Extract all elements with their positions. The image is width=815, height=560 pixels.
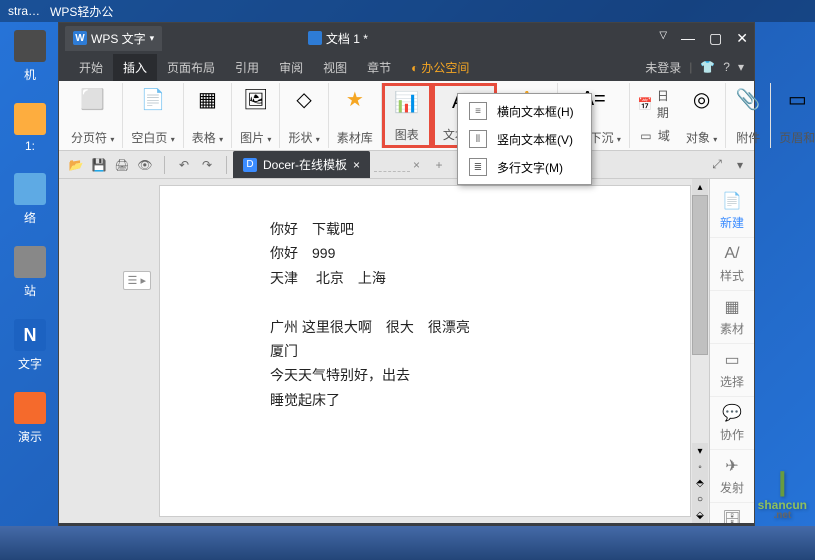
desktop-icon[interactable]: 1: — [10, 103, 50, 153]
desktop-icon[interactable]: 站 — [10, 246, 50, 299]
ribbon-small-日期[interactable]: 📅日期 — [634, 85, 674, 123]
ribbon-附件[interactable]: 📎附件 — [726, 83, 771, 148]
more-icon[interactable]: ▾ — [730, 155, 750, 175]
scroll-down-icon[interactable]: ▾ — [692, 443, 708, 459]
menu-dropdown-icon[interactable]: ▾ — [738, 60, 744, 74]
titlebar-down-button[interactable]: ▽ — [659, 30, 667, 47]
text-line — [270, 291, 580, 313]
os-taskbar-bottom[interactable] — [0, 526, 815, 560]
dropdown-item[interactable]: ⦀竖向文本框(V) — [461, 125, 588, 153]
redo-icon[interactable]: ↷ — [197, 155, 217, 175]
ribbon-small-域[interactable]: ▭域 — [634, 125, 674, 146]
close-button[interactable]: ✕ — [736, 30, 748, 47]
side-panel: 📄新建A/样式▦素材▭选择💬协作✈发射🗄备份 — [709, 179, 754, 523]
print-preview-icon[interactable]: 👁 — [135, 155, 155, 175]
ribbon-素材库[interactable]: ★素材库 — [329, 83, 382, 148]
open-icon[interactable]: 📂 — [66, 155, 86, 175]
scroll-up-icon[interactable]: ▴ — [692, 179, 708, 195]
menu-bar: 开始插入页面布局引用审阅视图章节◐办公空间未登录|👕?▾ — [59, 53, 754, 81]
menu-tab-4[interactable]: 审阅 — [269, 54, 313, 81]
os-taskbar-top: stra… WPS轻办公 — [0, 0, 815, 22]
textbox-dropdown-menu: ≡横向文本框(H)⦀竖向文本框(V)≣多行文字(M) — [457, 93, 592, 185]
ribbon-形状[interactable]: ◇形状 ▾ — [280, 83, 328, 148]
document-tab-docer[interactable]: D Docer-在线模板 × — [233, 151, 370, 178]
text-line: 广州 这里很大啊 很大 很漂亮 — [270, 316, 580, 338]
ribbon-页眉和[interactable]: ▭页眉和 — [771, 83, 815, 148]
content-area: ☰ ▸ 你好 下载吧你好 999 天津 北京 上海 广州 这里很大啊 很大 很漂亮… — [59, 179, 754, 523]
wps-logo-icon: W — [73, 31, 87, 45]
desktop-icon[interactable]: 络 — [10, 173, 50, 226]
quick-access-bar: 📂 💾 🖨 👁 ↶ ↷ D Docer-在线模板 × × + ⤢ ▾ — [59, 151, 754, 179]
ribbon-图片[interactable]: 🖼图片 ▾ — [232, 83, 280, 148]
save-icon[interactable]: 💾 — [89, 155, 109, 175]
taskbar-item[interactable]: stra… — [8, 4, 40, 18]
ribbon-分页符[interactable]: ⬜分页符 ▾ — [63, 83, 123, 148]
minimize-button[interactable]: — — [681, 30, 695, 47]
outline-badge[interactable]: ☰ ▸ — [123, 271, 151, 290]
ribbon-空白页[interactable]: 📄空白页 ▾ — [123, 83, 183, 148]
browse-icon[interactable]: ○ — [692, 491, 708, 507]
watermark: ا shancun .net — [758, 471, 807, 520]
skin-icon[interactable]: 👕 — [700, 60, 715, 74]
add-tab-button[interactable]: + — [429, 155, 449, 175]
expand-icon[interactable]: ⤢ — [707, 155, 727, 175]
title-bar: W WPS 文字 ▾ 文档 1 * ▽ — ▢ ✕ — [59, 23, 754, 53]
text-line: 睡觉起床了 — [270, 389, 580, 411]
docer-icon: D — [243, 158, 257, 172]
dropdown-item[interactable]: ≡横向文本框(H) — [461, 97, 588, 125]
left-gutter: ☰ ▸ — [59, 179, 159, 523]
text-line: 你好 下载吧 — [270, 218, 580, 240]
desktop-icon[interactable]: N文字 — [10, 319, 50, 372]
login-link[interactable]: 未登录 — [645, 59, 681, 76]
next-page-icon[interactable]: ⬙ — [692, 507, 708, 523]
desktop-icons: 机 1: 络站 N文字演示 — [10, 30, 50, 445]
ribbon-表格[interactable]: ▦表格 ▾ — [184, 83, 232, 148]
wps-app-window: W WPS 文字 ▾ 文档 1 * ▽ — ▢ ✕ 开始插入页面布局引用审阅视图… — [58, 22, 755, 548]
text-line: 今天天气特别好，出去 — [270, 364, 580, 386]
text-line: 厦门 — [270, 340, 580, 362]
menu-tab-5[interactable]: 视图 — [313, 54, 357, 81]
sidepanel-协作[interactable]: 💬协作 — [710, 397, 754, 450]
ribbon-对象[interactable]: ◎对象 ▾ — [678, 83, 726, 148]
document-title: 文档 1 * — [308, 30, 368, 47]
document-page[interactable]: 你好 下载吧你好 999 天津 北京 上海 广州 这里很大啊 很大 很漂亮厦门今天… — [159, 185, 691, 517]
menu-tab-2[interactable]: 页面布局 — [157, 54, 225, 81]
dropdown-icon: ▾ — [150, 33, 155, 44]
sidepanel-新建[interactable]: 📄新建 — [710, 185, 754, 238]
menu-tab-0[interactable]: 开始 — [69, 54, 113, 81]
text-line: 你好 999 — [270, 242, 580, 264]
desktop-icon[interactable]: 演示 — [10, 392, 50, 445]
scroll-thumb[interactable] — [692, 195, 708, 355]
taskbar-item[interactable]: WPS轻办公 — [50, 3, 113, 20]
menu-tab-6[interactable]: 章节 — [357, 54, 401, 81]
tab-close-icon[interactable]: × — [413, 158, 420, 172]
ribbon-图表[interactable]: 📊图表 — [382, 83, 432, 148]
text-line: 天津 北京 上海 — [270, 267, 580, 289]
app-title: WPS 文字 — [91, 30, 146, 47]
print-icon[interactable]: 🖨 — [112, 155, 132, 175]
menu-tab-1[interactable]: 插入 — [113, 54, 157, 81]
ribbon-toolbar: ⬜分页符 ▾📄空白页 ▾▦表格 ▾🖼图片 ▾◇形状 ▾★素材库📊图表A≡文本框 … — [59, 81, 754, 151]
dropdown-item[interactable]: ≣多行文字(M) — [461, 153, 588, 181]
sidepanel-样式[interactable]: A/样式 — [710, 238, 754, 291]
help-icon[interactable]: ? — [723, 60, 730, 74]
split-icon[interactable]: ◦ — [692, 459, 708, 475]
doc-icon — [308, 31, 322, 45]
maximize-button[interactable]: ▢ — [709, 30, 722, 47]
sidepanel-备份[interactable]: 🗄备份 — [710, 503, 754, 523]
desktop-icon[interactable]: 机 — [10, 30, 50, 83]
vertical-scrollbar[interactable]: ▴ ▾ ◦ ⬘ ○ ⬙ — [691, 179, 709, 523]
sidepanel-素材[interactable]: ▦素材 — [710, 291, 754, 344]
sidepanel-选择[interactable]: ▭选择 — [710, 344, 754, 397]
sidepanel-发射[interactable]: ✈发射 — [710, 450, 754, 503]
app-title-tab[interactable]: W WPS 文字 ▾ — [65, 26, 162, 51]
undo-icon[interactable]: ↶ — [174, 155, 194, 175]
prev-page-icon[interactable]: ⬘ — [692, 475, 708, 491]
menu-tab-3[interactable]: 引用 — [225, 54, 269, 81]
tab-close-icon[interactable]: × — [353, 158, 360, 172]
document-tab-hidden[interactable] — [374, 157, 410, 172]
menu-tab-office[interactable]: ◐办公空间 — [401, 54, 479, 81]
